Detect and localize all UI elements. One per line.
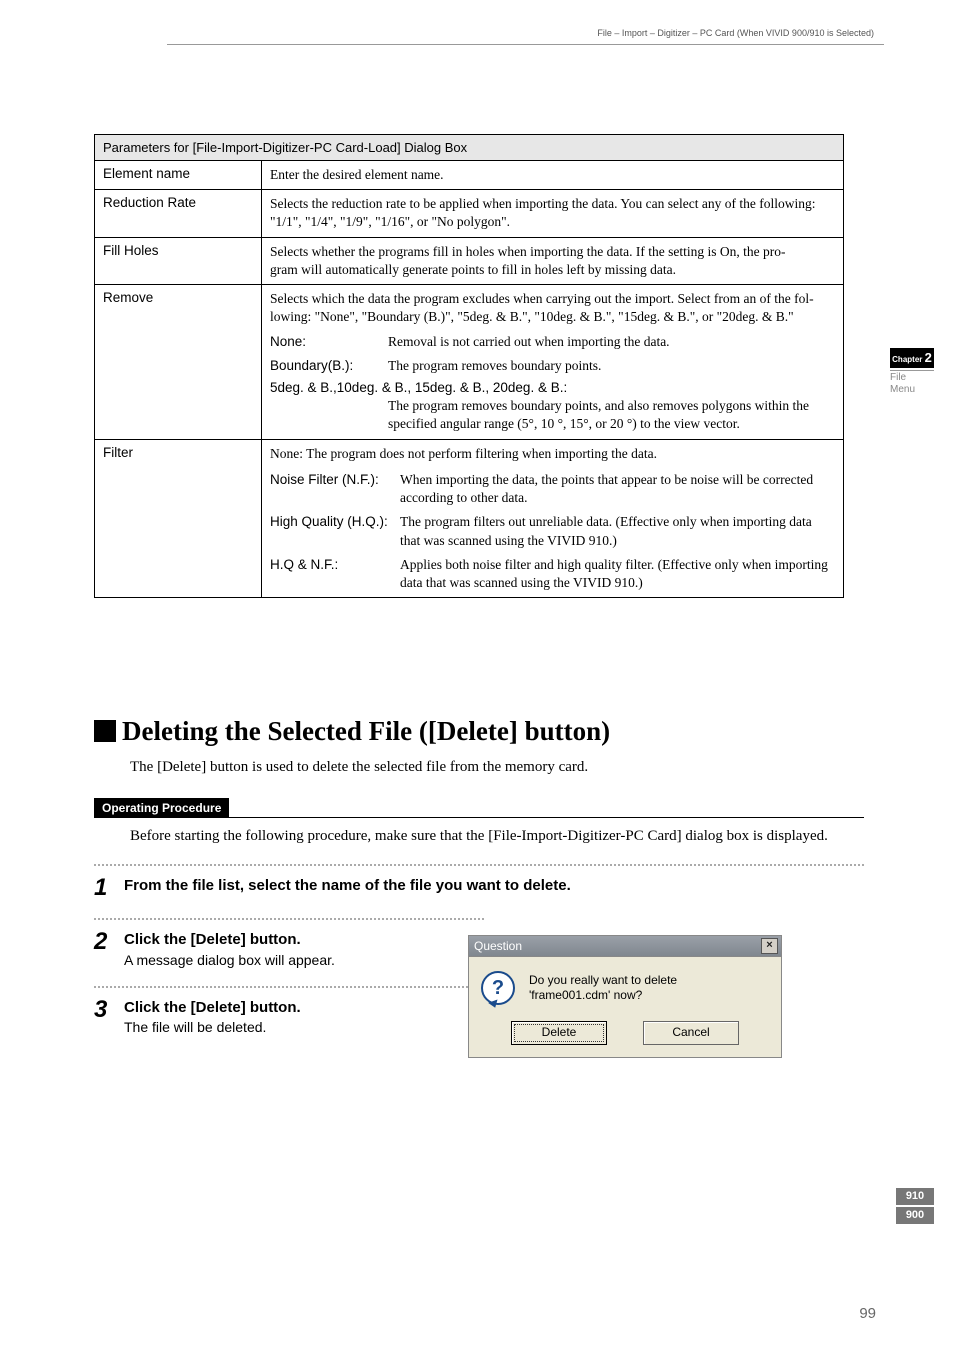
- dialog-message: Do you really want to delete 'frame001.c…: [529, 973, 677, 1003]
- question-dialog: Question × ? Do you really want to delet…: [468, 935, 782, 1058]
- row-name: Reduction Rate: [95, 190, 262, 237]
- question-icon: ?: [481, 971, 515, 1005]
- operating-procedure-label: Operating Procedure: [94, 798, 229, 818]
- square-bullet-icon: [94, 720, 116, 742]
- row-name: Fill Holes: [95, 237, 262, 284]
- row-desc: Selects which the data the program exclu…: [262, 285, 844, 440]
- chapter-tab: Chapter 2 File Menu: [890, 348, 934, 396]
- section-intro: The [Delete] button is used to delete th…: [130, 759, 860, 776]
- cancel-button[interactable]: Cancel: [643, 1021, 739, 1045]
- step-1: 1 From the file list, select the name of…: [94, 876, 860, 900]
- parameters-table: Parameters for [File-Import-Digitizer-PC…: [94, 134, 844, 598]
- row-name: Filter: [95, 439, 262, 598]
- section-heading: Deleting the Selected File ([Delete] but…: [94, 716, 860, 747]
- before-text: Before starting the following procedure,…: [130, 826, 864, 846]
- dialog-titlebar[interactable]: Question ×: [468, 935, 782, 956]
- close-icon[interactable]: ×: [761, 938, 778, 954]
- row-desc: Enter the desired element name.: [262, 161, 844, 190]
- row-desc: Selects the reduction rate to be applied…: [262, 190, 844, 237]
- breadcrumb: File – Import – Digitizer – PC Card (Whe…: [597, 28, 874, 38]
- dialog-title: Question: [472, 939, 761, 953]
- row-name: Remove: [95, 285, 262, 440]
- row-desc: Selects whether the programs fill in hol…: [262, 237, 844, 284]
- page-number: 99: [859, 1305, 876, 1322]
- delete-button[interactable]: Delete: [511, 1021, 607, 1045]
- table-title: Parameters for [File-Import-Digitizer-PC…: [95, 135, 844, 161]
- row-name: Element name: [95, 161, 262, 190]
- model-tags: 910 900: [890, 1188, 934, 1226]
- row-desc: None: The program does not perform filte…: [262, 439, 844, 598]
